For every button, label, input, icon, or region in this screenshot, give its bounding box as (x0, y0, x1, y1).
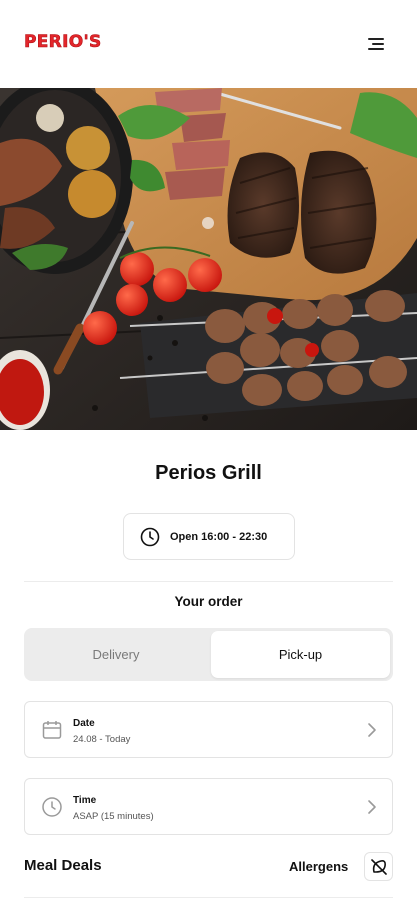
order-mode-toggle: Delivery Pick-up (24, 628, 393, 681)
section-divider (24, 897, 393, 898)
app-header: PERIO'S (0, 0, 417, 88)
time-picker[interactable]: Time ASAP (15 minutes) (24, 778, 393, 835)
opening-hours-badge: Open 16:00 - 22:30 (123, 513, 295, 560)
chevron-right-icon (368, 800, 376, 814)
opening-hours-text: Open 16:00 - 22:30 (170, 530, 268, 543)
allergens-link[interactable]: Allergens (289, 859, 348, 874)
allergen-leaf-icon (371, 859, 387, 875)
allergens-button[interactable] (364, 852, 393, 881)
clock-icon (42, 797, 62, 817)
brand-logo[interactable]: PERIO'S (24, 32, 102, 53)
chevron-right-icon (368, 723, 376, 737)
clock-icon (140, 527, 160, 546)
date-picker[interactable]: Date 24.08 - Today (24, 701, 393, 758)
section-divider (24, 581, 393, 582)
delivery-option[interactable]: Delivery (24, 628, 208, 681)
hamburger-menu-icon[interactable] (366, 34, 388, 52)
time-value: ASAP (15 minutes) (73, 811, 154, 822)
meal-deals-heading: Meal Deals (24, 857, 102, 874)
restaurant-name: Perios Grill (155, 462, 262, 484)
date-value: 24.08 - Today (73, 734, 131, 745)
pickup-option[interactable]: Pick-up (211, 631, 390, 678)
calendar-icon (42, 721, 62, 739)
hero-food-image (0, 88, 417, 430)
order-section-title: Your order (174, 594, 243, 609)
date-label: Date (73, 718, 95, 729)
time-label: Time (73, 795, 97, 806)
